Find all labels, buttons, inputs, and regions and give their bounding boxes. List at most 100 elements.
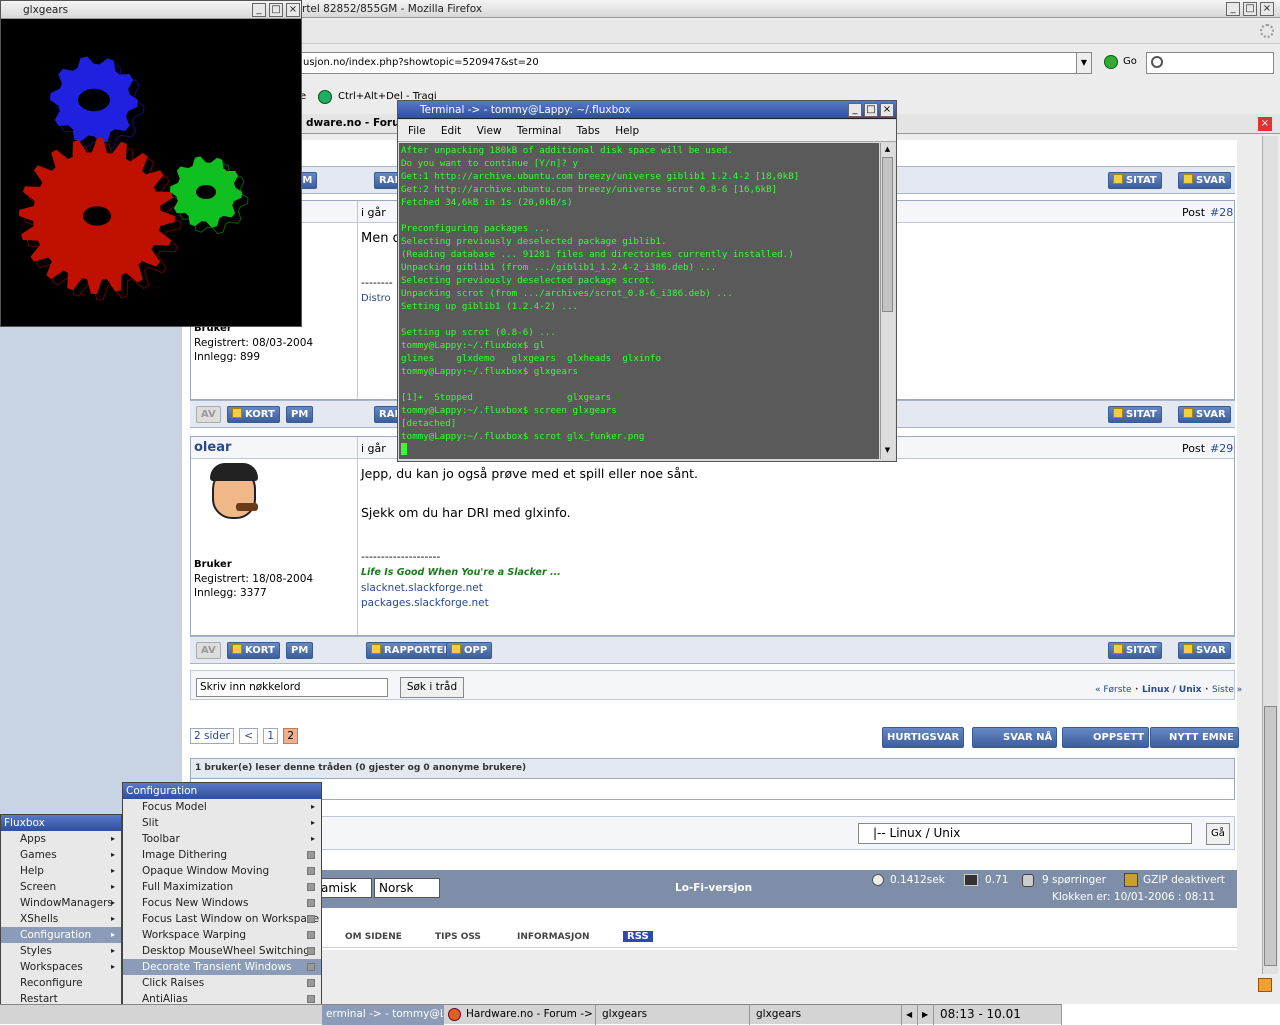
config-item-focus-last-window-on-workspace[interactable]: Focus Last Window on Workspace bbox=[123, 911, 321, 927]
scrollbar-thumb[interactable] bbox=[1264, 706, 1277, 966]
config-item-focus-model[interactable]: Focus Model ▸ bbox=[123, 799, 321, 815]
config-item-full-maximization[interactable]: Full Maximization bbox=[123, 879, 321, 895]
search-input[interactable] bbox=[1146, 52, 1274, 74]
taskbar-item-glxgears[interactable]: glxgears bbox=[752, 1005, 902, 1025]
workspace-prev-icon[interactable]: ◀ bbox=[902, 1005, 918, 1025]
terminal-output[interactable]: After unpacking 180kB of additional disk… bbox=[399, 143, 879, 459]
quick-reply-button[interactable]: HURTIGSVAR bbox=[882, 727, 965, 748]
maximize-button[interactable]: □ bbox=[1243, 2, 1257, 16]
maximize-button[interactable]: □ bbox=[864, 103, 878, 117]
page-link[interactable]: 1 bbox=[263, 728, 279, 744]
config-item-desktop-mousewheel-switching[interactable]: Desktop MouseWheel Switching bbox=[123, 943, 321, 959]
fluxbox-menu-item-reconfigure[interactable]: Reconfigure bbox=[1, 975, 121, 991]
footer-link-info[interactable]: INFORMASJON bbox=[517, 932, 590, 942]
menu-help[interactable]: Help bbox=[615, 125, 639, 137]
glxgears-titlebar[interactable]: glxgears _ □ × bbox=[1, 1, 301, 19]
language-select[interactable]: Norsk bbox=[374, 878, 440, 898]
quote-button[interactable]: SITAT bbox=[1108, 406, 1162, 423]
page-scrollbar[interactable] bbox=[1262, 136, 1278, 974]
taskbar-item-firefox[interactable]: Hardware.no - Forum -> bbox=[444, 1005, 596, 1025]
scroll-down-icon[interactable]: ▼ bbox=[881, 444, 894, 457]
scrollbar-thumb[interactable] bbox=[882, 157, 893, 312]
maximize-button[interactable]: □ bbox=[269, 3, 283, 17]
fluxbox-menu-item-screen[interactable]: Screen ▸ bbox=[1, 879, 121, 895]
workspace-next-icon[interactable]: ▶ bbox=[918, 1005, 934, 1025]
fluxbox-menu-item-windowmanagers[interactable]: WindowManagers ▸ bbox=[1, 895, 121, 911]
tab-forum[interactable]: dware.no - Forum bbox=[306, 117, 411, 129]
signature-link[interactable]: slacknet.slackforge.net bbox=[361, 582, 483, 594]
config-item-toolbar[interactable]: Toolbar ▸ bbox=[123, 831, 321, 847]
config-item-opaque-window-moving[interactable]: Opaque Window Moving bbox=[123, 863, 321, 879]
last-page-link[interactable]: Siste » bbox=[1212, 685, 1242, 695]
prev-page-link[interactable]: < bbox=[239, 728, 259, 744]
config-item-focus-new-windows[interactable]: Focus New Windows bbox=[123, 895, 321, 911]
fluxbox-menu-item-styles[interactable]: Styles ▸ bbox=[1, 943, 121, 959]
config-item-click-raises[interactable]: Click Raises bbox=[123, 975, 321, 991]
menu-view[interactable]: View bbox=[477, 125, 502, 137]
config-item-slit[interactable]: Slit ▸ bbox=[123, 815, 321, 831]
reply-button[interactable]: SVAR bbox=[1178, 172, 1231, 189]
breadcrumb-link[interactable]: Linux / Unix bbox=[1142, 685, 1202, 695]
reply-now-button[interactable]: SVAR NÅ bbox=[972, 727, 1058, 748]
menu-file[interactable]: File bbox=[408, 125, 426, 137]
fluxbox-menu-item-workspaces[interactable]: Workspaces ▸ bbox=[1, 959, 121, 975]
profile-card-button[interactable]: KORT bbox=[227, 406, 280, 423]
menu-terminal[interactable]: Terminal bbox=[517, 125, 561, 137]
away-button[interactable]: AV bbox=[196, 642, 221, 659]
url-dropdown-button[interactable]: ▼ bbox=[1076, 52, 1092, 74]
minimize-button[interactable]: _ bbox=[1226, 2, 1240, 16]
footer-link-about[interactable]: OM SIDENE bbox=[345, 932, 402, 942]
thread-search-input[interactable]: Skriv inn nøkkelord bbox=[196, 678, 388, 697]
thread-search-button[interactable]: Søk i tråd bbox=[400, 677, 464, 698]
rss-button[interactable]: RSS bbox=[623, 931, 653, 942]
minimize-button[interactable]: _ bbox=[848, 103, 862, 117]
quote-button[interactable]: SITAT bbox=[1108, 172, 1162, 189]
config-item-image-dithering[interactable]: Image Dithering bbox=[123, 847, 321, 863]
signature-link[interactable]: packages.slackforge.net bbox=[361, 597, 489, 609]
menu-tabs[interactable]: Tabs bbox=[577, 125, 600, 137]
signature-link[interactable]: Distro bbox=[361, 293, 391, 304]
forum-jump-select[interactable]: |-- Linux / Unix bbox=[858, 823, 1192, 844]
report-button[interactable]: RAPPORTER bbox=[366, 642, 457, 659]
profile-card-button[interactable]: KORT bbox=[227, 642, 280, 659]
skin-select[interactable]: amisk bbox=[318, 878, 372, 898]
menu-edit[interactable]: Edit bbox=[441, 125, 461, 137]
post-number-link[interactable]: #29 bbox=[1210, 442, 1233, 455]
forum-jump-button[interactable]: Gå bbox=[1206, 823, 1230, 845]
pm-button[interactable]: PM bbox=[286, 642, 314, 659]
reply-button[interactable]: SVAR bbox=[1178, 642, 1231, 659]
new-topic-button[interactable]: NYTT EMNE bbox=[1150, 727, 1239, 748]
terminal-scrollbar[interactable]: ▲ ▼ bbox=[880, 143, 895, 459]
close-button[interactable]: × bbox=[286, 3, 300, 17]
url-input[interactable]: usjon.no/index.php?showtopic=520947&st=2… bbox=[300, 52, 1092, 74]
away-button[interactable]: AV bbox=[196, 406, 221, 423]
go-button[interactable]: Go bbox=[1123, 56, 1137, 67]
scroll-up-icon[interactable]: ▲ bbox=[881, 143, 894, 156]
top-button[interactable]: OPP bbox=[446, 642, 493, 659]
close-button[interactable]: × bbox=[1260, 2, 1274, 16]
minimize-button[interactable]: _ bbox=[252, 3, 266, 17]
terminal-titlebar[interactable]: Terminal -> - tommy@Lappy: ~/.fluxbox _ … bbox=[398, 101, 896, 119]
close-tab-icon[interactable]: × bbox=[1258, 117, 1272, 131]
footer-link-tips[interactable]: TIPS OSS bbox=[435, 932, 481, 942]
options-button[interactable]: OPPSETT bbox=[1062, 727, 1150, 748]
config-item-workspace-warping[interactable]: Workspace Warping bbox=[123, 927, 321, 943]
quote-button[interactable]: SITAT bbox=[1108, 642, 1162, 659]
reply-button[interactable]: SVAR bbox=[1178, 406, 1231, 423]
first-page-link[interactable]: « Første bbox=[1095, 685, 1132, 695]
go-icon[interactable] bbox=[1104, 55, 1118, 69]
fluxbox-menu-item-apps[interactable]: Apps ▸ bbox=[1, 831, 121, 847]
fluxbox-menu-item-configuration[interactable]: Configuration ▸ bbox=[1, 927, 121, 943]
post-author-link[interactable]: olear bbox=[194, 440, 231, 455]
config-item-decorate-transient-windows[interactable]: Decorate Transient Windows bbox=[123, 959, 321, 975]
fluxbox-menu-item-xshells[interactable]: XShells ▸ bbox=[1, 911, 121, 927]
fluxbox-menu-item-games[interactable]: Games ▸ bbox=[1, 847, 121, 863]
taskbar-item-terminal[interactable]: erminal -> - tommy@L bbox=[322, 1005, 444, 1025]
taskbar-item-glxgears[interactable]: glxgears bbox=[598, 1005, 750, 1025]
pm-button[interactable]: PM bbox=[286, 406, 314, 423]
close-button[interactable]: × bbox=[880, 103, 894, 117]
fluxbox-menu-item-help[interactable]: Help ▸ bbox=[1, 863, 121, 879]
rss-feed-icon[interactable] bbox=[1258, 978, 1272, 992]
lofi-link[interactable]: Lo-Fi-versjon bbox=[675, 882, 752, 894]
post-number-link[interactable]: #28 bbox=[1210, 206, 1233, 219]
